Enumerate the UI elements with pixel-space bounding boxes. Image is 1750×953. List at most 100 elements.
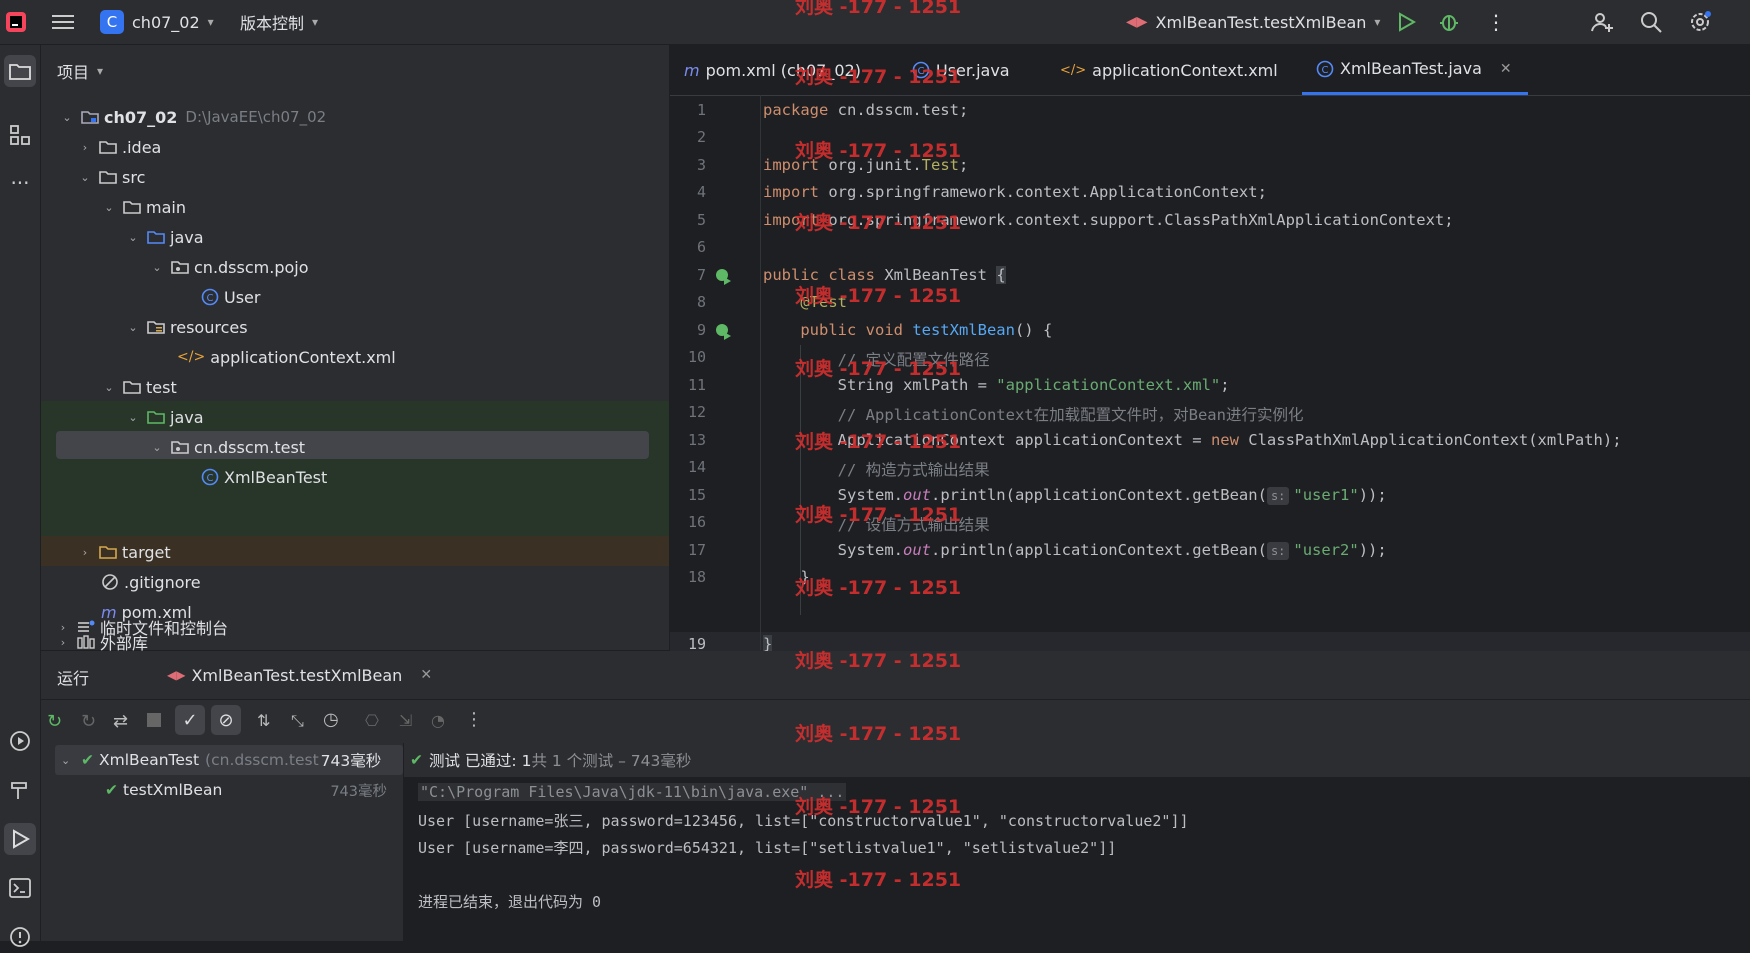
code-line-14[interactable]: // 构造方式输出结果 [763, 458, 990, 480]
line-number[interactable]: 9 [670, 321, 706, 339]
build-tool-button[interactable] [4, 774, 36, 806]
problems-tool-button[interactable] [4, 921, 36, 953]
test-suite-row[interactable]: ⌄ ✔ XmlBeanTest (cn.dsscm.test 743毫秒 [55, 745, 403, 775]
tree-item-project-root[interactable]: ⌄ ch07_02 D:\JavaEE\ch07_02 [41, 102, 687, 132]
toggle-auto-test-icon[interactable]: ⇄ [113, 711, 128, 732]
class-icon: C [201, 288, 219, 306]
more-icon[interactable]: ⋮ [465, 709, 483, 730]
rerun-icon[interactable]: ↻ [47, 711, 62, 732]
test-case-row[interactable]: ✔ testXmlBean 743毫秒 [55, 775, 403, 805]
code-line-4[interactable]: import org.springframework.context.Appli… [763, 183, 1267, 201]
line-number[interactable]: 16 [670, 513, 706, 531]
watermark-text: 刘奥 -177 - 1251 [795, 869, 962, 891]
tree-item-main-java[interactable]: ⌄ java [41, 222, 753, 252]
code-line-17[interactable]: System.out.println(applicationContext.ge… [763, 541, 1387, 560]
line-number[interactable]: 1 [670, 101, 706, 119]
more-tools-icon[interactable]: ··· [4, 167, 36, 199]
tree-item-gitignore[interactable]: .gitignore [41, 567, 729, 597]
module-folder-icon [81, 111, 99, 124]
tree-item-resources[interactable]: ⌄ resources [41, 312, 753, 342]
line-number[interactable]: 11 [670, 376, 706, 394]
tree-item-test[interactable]: ⌄ test [41, 372, 729, 402]
tree-item-scratches[interactable]: › 临时文件和控制台 [41, 612, 669, 642]
project-panel: 项目 ▾ ⌄ ch07_02 D:\JavaEE\ch07_02 › .idea… [41, 45, 669, 653]
watermark-text: 刘奥 -177 - 1251 [795, 66, 962, 88]
show-passed-icon[interactable]: ✓ [175, 705, 205, 735]
console-line-command[interactable]: "C:\Program Files\Java\jdk-11\bin\java.e… [418, 783, 847, 801]
run-button[interactable] [1396, 0, 1416, 44]
watermark-text: 刘奥 -177 - 1251 [795, 650, 962, 672]
tree-item-target[interactable]: › target [41, 537, 705, 567]
code-line-9[interactable]: public void testXmlBean() { [763, 321, 1052, 339]
run-test-gutter-icon[interactable] [714, 322, 732, 344]
services-tool-button[interactable] [4, 725, 36, 757]
tree-label: java [170, 407, 204, 427]
terminal-tool-button[interactable] [4, 872, 36, 904]
line-number[interactable]: 18 [670, 568, 706, 586]
folder-icon [123, 381, 141, 394]
vcs-menu[interactable]: 版本控制 ▾ [240, 0, 318, 44]
passed-check-icon: ✔ [410, 751, 423, 769]
tab-label: applicationContext.xml [1092, 60, 1278, 80]
line-number[interactable]: 6 [670, 238, 706, 256]
line-number[interactable]: 17 [670, 541, 706, 559]
collapse-icon[interactable]: ⤡ [291, 711, 304, 731]
tree-item-pkg-pojo[interactable]: ⌄ cn.dsscm.pojo [41, 252, 777, 282]
add-user-icon[interactable] [1590, 0, 1614, 44]
test-source-folder-icon [147, 411, 165, 424]
svg-text:C: C [207, 473, 214, 484]
run-tab[interactable]: ◀▶ XmlBeanTest.testXmlBean ✕ [125, 651, 467, 699]
tree-label: applicationContext.xml [210, 347, 396, 367]
code-line-12[interactable]: // ApplicationContext在加载配置文件时，对Bean进行实例化 [763, 403, 1304, 425]
console-line-output[interactable]: User [username=李四, password=654321, list… [418, 837, 1116, 858]
line-number[interactable]: 7 [670, 266, 706, 284]
line-number[interactable]: 14 [670, 458, 706, 476]
coverage-icon[interactable]: ◔ [431, 711, 445, 730]
camera-icon[interactable]: ⎔ [365, 711, 379, 730]
tree-item-src[interactable]: ⌄ src [41, 162, 705, 192]
excluded-folder-icon [99, 546, 117, 559]
more-icon[interactable]: ⋮ [1486, 0, 1506, 44]
line-number[interactable]: 13 [670, 431, 706, 449]
run-config-selector[interactable]: ◀▶ XmlBeanTest.testXmlBean ▾ [1126, 0, 1380, 44]
import-icon[interactable]: ⇲ [399, 711, 412, 730]
line-number[interactable]: 8 [670, 293, 706, 311]
chevron-down-icon: ⌄ [80, 170, 90, 184]
close-icon[interactable]: ✕ [420, 667, 432, 683]
history-clock-icon[interactable]: ◷ [323, 709, 339, 730]
line-number[interactable]: 3 [670, 156, 706, 174]
chevron-down-icon: ⌄ [62, 110, 72, 124]
sort-icon[interactable]: ⇅ [257, 711, 270, 730]
line-number[interactable]: 4 [670, 183, 706, 201]
tree-item-test-java[interactable]: ⌄ java [41, 402, 753, 432]
app-logo-icon[interactable] [4, 0, 28, 44]
tab-xmlbeantest-java[interactable]: C XmlBeanTest.java ✕ [1302, 45, 1528, 95]
line-number[interactable]: 5 [670, 211, 706, 229]
run-tool-button[interactable] [4, 823, 36, 855]
tree-item-idea[interactable]: › .idea [41, 132, 705, 162]
class-icon: C [201, 468, 219, 486]
tree-label: java [170, 227, 204, 247]
project-tool-button[interactable] [4, 55, 36, 87]
show-ignored-icon[interactable]: ⊘ [211, 705, 241, 735]
search-icon[interactable] [1639, 0, 1663, 44]
rerun-failed-icon[interactable]: ↻ [81, 711, 96, 732]
project-switcher[interactable]: C ch07_02 ▾ [100, 0, 214, 44]
structure-tool-button[interactable] [4, 119, 36, 151]
stop-icon[interactable] [147, 713, 161, 727]
main-menu-icon[interactable] [52, 0, 74, 44]
line-number[interactable]: 10 [670, 348, 706, 366]
code-line-1[interactable]: package cn.dsscm.test; [763, 101, 968, 119]
settings-gear-icon[interactable] [1688, 0, 1712, 44]
project-panel-header[interactable]: 项目 ▾ [57, 59, 103, 83]
line-number[interactable]: 15 [670, 486, 706, 504]
tree-item-pkg-test[interactable]: ⌄ cn.dsscm.test [41, 432, 777, 462]
line-number[interactable]: 12 [670, 403, 706, 421]
tab-appcontext-xml[interactable]: </> applicationContext.xml [1060, 45, 1278, 95]
line-number[interactable]: 2 [670, 128, 706, 146]
run-test-gutter-icon[interactable] [714, 267, 732, 289]
tree-item-main[interactable]: ⌄ main [41, 192, 729, 222]
console-line-exit[interactable]: 进程已结束，退出代码为 0 [418, 891, 601, 912]
close-icon[interactable]: ✕ [1500, 61, 1512, 77]
debug-button[interactable] [1438, 0, 1460, 44]
